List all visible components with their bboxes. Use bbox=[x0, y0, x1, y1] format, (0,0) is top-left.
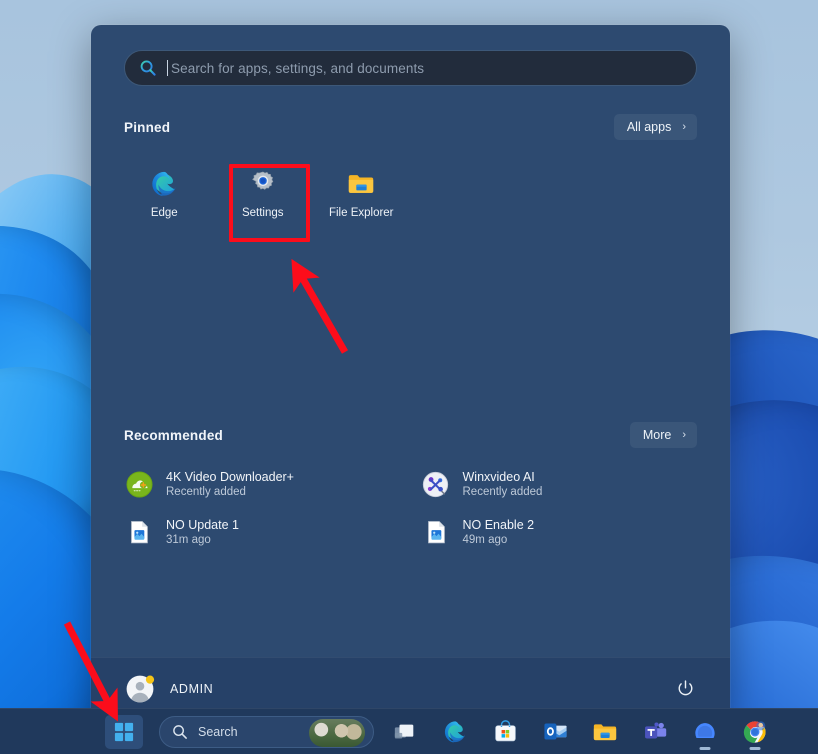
pinned-app-edge[interactable]: Edge bbox=[115, 154, 214, 232]
pinned-app-label: Settings bbox=[241, 206, 284, 219]
taskbar-search-label: Search bbox=[198, 724, 238, 739]
user-avatar-icon bbox=[125, 674, 155, 704]
power-button[interactable] bbox=[668, 672, 702, 706]
pinned-empty-slot bbox=[608, 154, 707, 232]
nordvpn-icon[interactable] bbox=[686, 713, 724, 751]
pinned-app-file-explorer[interactable]: File Explorer bbox=[312, 154, 411, 232]
chevron-right-icon: › bbox=[682, 428, 686, 441]
pinned-apps-grid: Edge Settings File Explorer bbox=[91, 148, 730, 232]
4k-video-downloader-icon bbox=[125, 470, 153, 498]
list-item-subtitle: Recently added bbox=[166, 486, 246, 498]
chevron-right-icon: › bbox=[682, 120, 686, 133]
list-item-subtitle: 49m ago bbox=[462, 534, 508, 546]
list-item-title: NO Enable 2 bbox=[462, 518, 535, 532]
list-item[interactable]: 4K Video Downloader+ Recently added bbox=[117, 462, 408, 506]
pinned-title: Pinned bbox=[124, 119, 171, 135]
outlook-icon[interactable] bbox=[536, 713, 574, 751]
search-icon bbox=[139, 59, 157, 77]
image-file-icon bbox=[125, 518, 153, 546]
microsoft-edge-icon[interactable] bbox=[436, 713, 474, 751]
user-account-button[interactable]: ADMIN bbox=[121, 668, 223, 710]
list-item-subtitle: 31m ago bbox=[166, 534, 211, 546]
settings-gear-icon bbox=[247, 168, 279, 200]
desktop: Search for apps, settings, and documents… bbox=[0, 0, 818, 754]
taskbar: Search bbox=[0, 708, 818, 754]
recommended-title: Recommended bbox=[124, 427, 223, 443]
pinned-header: Pinned All apps › bbox=[91, 114, 730, 140]
recommended-header: Recommended More › bbox=[91, 422, 730, 448]
text-caret bbox=[167, 60, 168, 76]
pinned-app-label: File Explorer bbox=[328, 206, 394, 219]
running-indicator bbox=[699, 746, 711, 750]
recommended-list: 4K Video Downloader+ Recently added Winx… bbox=[91, 448, 730, 554]
taskbar-search-button[interactable]: Search bbox=[159, 715, 374, 748]
list-item-title: Winxvideo AI bbox=[462, 470, 535, 484]
windows-start-icon[interactable] bbox=[105, 714, 143, 749]
file-explorer-folder-icon[interactable] bbox=[586, 713, 624, 751]
power-icon bbox=[676, 679, 695, 698]
list-item[interactable]: Winxvideo AI Recently added bbox=[414, 462, 705, 506]
start-menu-panel: Search for apps, settings, and documents… bbox=[91, 25, 730, 719]
user-name: ADMIN bbox=[170, 681, 214, 696]
microsoft-edge-icon bbox=[148, 168, 180, 200]
pinned-empty-slot bbox=[411, 154, 510, 232]
task-view-icon[interactable] bbox=[386, 713, 424, 751]
microsoft-store-icon[interactable] bbox=[486, 713, 524, 751]
microsoft-teams-icon[interactable] bbox=[636, 713, 674, 751]
search-placeholder: Search for apps, settings, and documents bbox=[171, 60, 425, 76]
all-apps-label: All apps bbox=[626, 120, 672, 134]
all-apps-button[interactable]: All apps › bbox=[613, 114, 697, 140]
start-search-row: Search for apps, settings, and documents bbox=[91, 25, 730, 86]
list-item-title: NO Update 1 bbox=[166, 518, 239, 532]
search-input[interactable]: Search for apps, settings, and documents bbox=[124, 50, 697, 86]
search-highlight-thumbnail bbox=[309, 718, 365, 747]
list-item-subtitle: Recently added bbox=[462, 486, 543, 498]
pinned-app-label: Edge bbox=[150, 206, 178, 219]
google-chrome-icon[interactable] bbox=[736, 713, 774, 751]
search-icon bbox=[172, 724, 188, 740]
pinned-empty-slot bbox=[509, 154, 608, 232]
winxvideo-ai-icon bbox=[422, 470, 450, 498]
list-item-title: 4K Video Downloader+ bbox=[166, 470, 294, 484]
file-explorer-folder-icon bbox=[345, 168, 377, 200]
list-item[interactable]: NO Enable 2 49m ago bbox=[414, 510, 705, 554]
list-item[interactable]: NO Update 1 31m ago bbox=[117, 510, 408, 554]
pinned-app-settings[interactable]: Settings bbox=[214, 154, 313, 232]
running-indicator bbox=[749, 746, 761, 750]
more-label: More bbox=[642, 428, 672, 442]
image-file-icon bbox=[422, 518, 450, 546]
more-button[interactable]: More › bbox=[629, 422, 697, 448]
